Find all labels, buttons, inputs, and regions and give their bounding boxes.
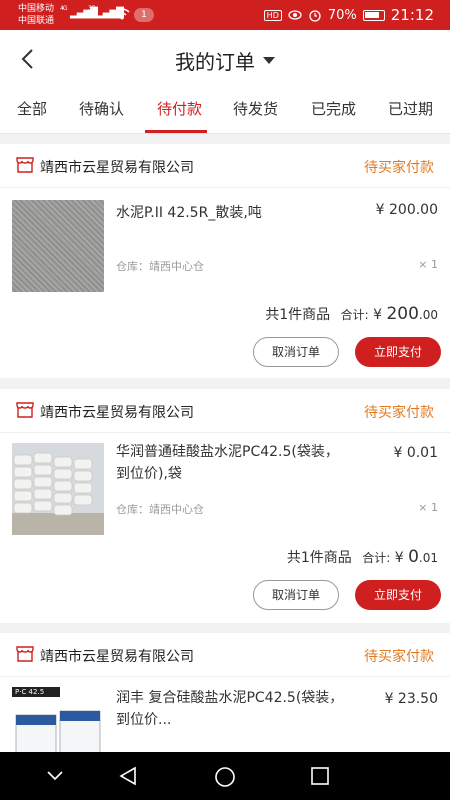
shop-icon bbox=[16, 402, 34, 418]
carrier-labels: 中国移动 中国联通 bbox=[18, 3, 54, 27]
app-header: 我的订单 bbox=[0, 30, 450, 88]
status-right: HD 70% 21:12 bbox=[263, 6, 434, 24]
shop-icon bbox=[16, 646, 34, 662]
total-integer: 0 bbox=[408, 547, 419, 567]
quantity: × 1 bbox=[418, 258, 438, 271]
tab-pending-confirm[interactable]: 待确认 bbox=[79, 98, 124, 119]
order-summary: 共1件商品 合计: ¥ 0.01 bbox=[287, 547, 438, 567]
status-bar: 中国移动 中国联通 4G ▂▄▆█ 3G ▂▄▆█ 1 HD 70% 21:12 bbox=[0, 0, 450, 30]
cancel-order-button[interactable]: 取消订单 bbox=[253, 337, 339, 367]
product-name[interactable]: 水泥P.II 42.5R_散装,吨 bbox=[116, 202, 346, 224]
battery-icon bbox=[362, 9, 385, 21]
total-label: 合计: bbox=[362, 551, 391, 565]
product-image-cement-powder[interactable] bbox=[12, 200, 104, 292]
cement-bags-illustration bbox=[12, 443, 104, 535]
product-image-cement-packaging[interactable]: P·C 42.5 bbox=[12, 687, 104, 752]
total-decimal: .00 bbox=[418, 308, 438, 322]
order-card[interactable]: 靖西市云星贸易有限公司 待买家付款 华润普通硅酸盐水泥PC42.5(袋装，到位价… bbox=[0, 389, 450, 623]
product-image-label: P·C 42.5 bbox=[12, 687, 60, 697]
recents-square-icon[interactable] bbox=[311, 767, 329, 785]
product-price: ¥ 0.01 bbox=[393, 445, 438, 461]
wifi-icon bbox=[114, 8, 130, 20]
notification-badge: 1 bbox=[134, 8, 154, 22]
product-name[interactable]: 华润普通硅酸盐水泥PC42.5(袋装，到位价),袋 bbox=[116, 441, 346, 485]
order-card[interactable]: 靖西市云星贸易有限公司 待买家付款 水泥P.II 42.5R_散装,吨 ¥ 20… bbox=[0, 144, 450, 378]
chevron-down-icon bbox=[263, 57, 275, 64]
page-title-container[interactable]: 我的订单 bbox=[0, 46, 450, 75]
tab-completed[interactable]: 已完成 bbox=[311, 98, 356, 119]
active-tab-indicator bbox=[145, 130, 207, 133]
shop-header[interactable]: 靖西市云星贸易有限公司 待买家付款 bbox=[0, 144, 450, 188]
product-name[interactable]: 润丰 复合硅酸盐水泥PC42.5(袋装，到位价... bbox=[116, 687, 346, 731]
order-status: 待买家付款 bbox=[364, 405, 434, 421]
home-circle-icon[interactable] bbox=[214, 766, 236, 788]
carrier-1: 中国移动 bbox=[18, 4, 55, 14]
shop-icon bbox=[16, 157, 34, 173]
warehouse-label: 仓库：靖西中心仓 bbox=[116, 503, 204, 516]
tab-pending-shipment[interactable]: 待发货 bbox=[233, 98, 278, 119]
shop-header[interactable]: 靖西市云星贸易有限公司 待买家付款 bbox=[0, 633, 450, 677]
carrier-2: 中国联通 bbox=[18, 16, 55, 26]
currency-symbol: ¥ bbox=[373, 307, 382, 323]
shop-name: 靖西市云星贸易有限公司 bbox=[40, 405, 194, 421]
back-triangle-icon[interactable] bbox=[118, 766, 138, 786]
cancel-order-button[interactable]: 取消订单 bbox=[253, 580, 339, 610]
order-tabs: 全部 待确认 待付款 待发货 已完成 已过期 bbox=[0, 88, 450, 134]
network-type-2: 3G bbox=[88, 5, 96, 12]
total-integer: 200 bbox=[386, 304, 419, 324]
tab-pending-payment[interactable]: 待付款 bbox=[157, 98, 202, 119]
order-status: 待买家付款 bbox=[364, 649, 434, 665]
shop-name: 靖西市云星贸易有限公司 bbox=[40, 160, 194, 176]
network-type-1: 4G bbox=[60, 5, 68, 12]
order-summary: 共1件商品 合计: ¥ 200.00 bbox=[265, 304, 438, 324]
quantity: × 1 bbox=[418, 501, 438, 514]
order-status: 待买家付款 bbox=[364, 160, 434, 176]
cement-bag-packages bbox=[15, 710, 101, 752]
tab-all[interactable]: 全部 bbox=[17, 98, 47, 119]
currency-symbol: ¥ bbox=[394, 550, 404, 566]
product-price: ¥ 200.00 bbox=[375, 202, 438, 218]
order-card[interactable]: 靖西市云星贸易有限公司 待买家付款 P·C 42.5 润丰 复合硅酸盐水泥PC4… bbox=[0, 633, 450, 752]
tab-expired[interactable]: 已过期 bbox=[388, 98, 433, 119]
pay-now-button[interactable]: 立即支付 bbox=[355, 580, 441, 610]
total-decimal: .01 bbox=[418, 551, 438, 565]
shop-name: 靖西市云星贸易有限公司 bbox=[40, 649, 194, 665]
eye-icon bbox=[288, 10, 302, 20]
page-title: 我的订单 bbox=[175, 50, 255, 74]
battery-percent: 70% bbox=[327, 7, 357, 23]
shop-header[interactable]: 靖西市云星贸易有限公司 待买家付款 bbox=[0, 389, 450, 433]
item-count: 共1件商品 bbox=[286, 550, 352, 566]
system-nav-bar bbox=[0, 752, 450, 800]
clock: 21:12 bbox=[390, 6, 434, 24]
product-price: ¥ 23.50 bbox=[384, 691, 438, 707]
chevron-down-icon[interactable] bbox=[46, 769, 64, 781]
item-count: 共1件商品 bbox=[265, 307, 331, 323]
product-image-cement-bags[interactable] bbox=[12, 443, 104, 535]
total-label: 合计: bbox=[340, 308, 369, 322]
warehouse-label: 仓库：靖西中心仓 bbox=[116, 260, 204, 273]
alarm-icon bbox=[309, 10, 321, 22]
hd-icon: HD bbox=[263, 9, 282, 21]
pay-now-button[interactable]: 立即支付 bbox=[355, 337, 441, 367]
